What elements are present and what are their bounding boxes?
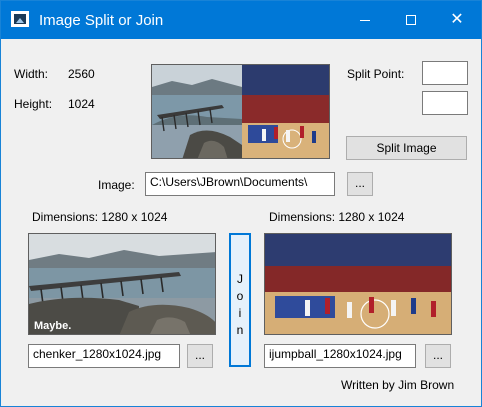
minimize-icon (360, 20, 370, 21)
right-file-input[interactable]: ijumpball_1280x1024.jpg (264, 344, 416, 368)
combined-image-preview (151, 64, 330, 159)
width-value: 2560 (68, 67, 95, 81)
maximize-icon (406, 15, 416, 25)
footer-credit: Written by Jim Brown (341, 378, 455, 392)
height-value: 1024 (68, 97, 95, 111)
app-window: Image Split or Join ✕ Width: 2560 Height… (0, 0, 482, 407)
image-browse-button[interactable]: ... (347, 172, 373, 196)
right-browse-button[interactable]: ... (425, 344, 451, 368)
image-icon[interactable] (11, 11, 29, 27)
maximize-button[interactable] (388, 1, 434, 39)
close-button[interactable]: ✕ (434, 1, 480, 39)
left-file-input[interactable]: chenker_1280x1024.jpg (28, 344, 180, 368)
right-dimensions-label: Dimensions: 1280 x 1024 (269, 210, 405, 224)
split-image-button[interactable]: Split Image (346, 136, 467, 160)
split-point-label: Split Point: (347, 67, 405, 81)
join-button[interactable]: Join (229, 233, 251, 367)
join-button-label: Join (236, 272, 244, 337)
window-title: Image Split or Join (39, 12, 164, 29)
minimize-button[interactable] (342, 1, 388, 39)
left-image-preview: Maybe. (28, 233, 216, 335)
image-path-input[interactable]: C:\Users\JBrown\Documents\ (145, 172, 335, 196)
left-dimensions-label: Dimensions: 1280 x 1024 (32, 210, 168, 224)
image-path-label: Image: (98, 178, 135, 192)
left-browse-button[interactable]: ... (187, 344, 213, 368)
left-image-caption: Maybe. (34, 320, 71, 332)
title-bar[interactable]: Image Split or Join ✕ (1, 1, 481, 39)
right-image-preview (264, 233, 452, 335)
split-point-input-2[interactable] (422, 91, 468, 115)
split-point-input-1[interactable] (422, 61, 468, 85)
width-label: Width: (14, 67, 49, 81)
close-icon: ✕ (450, 11, 464, 28)
height-label: Height: (14, 97, 53, 111)
